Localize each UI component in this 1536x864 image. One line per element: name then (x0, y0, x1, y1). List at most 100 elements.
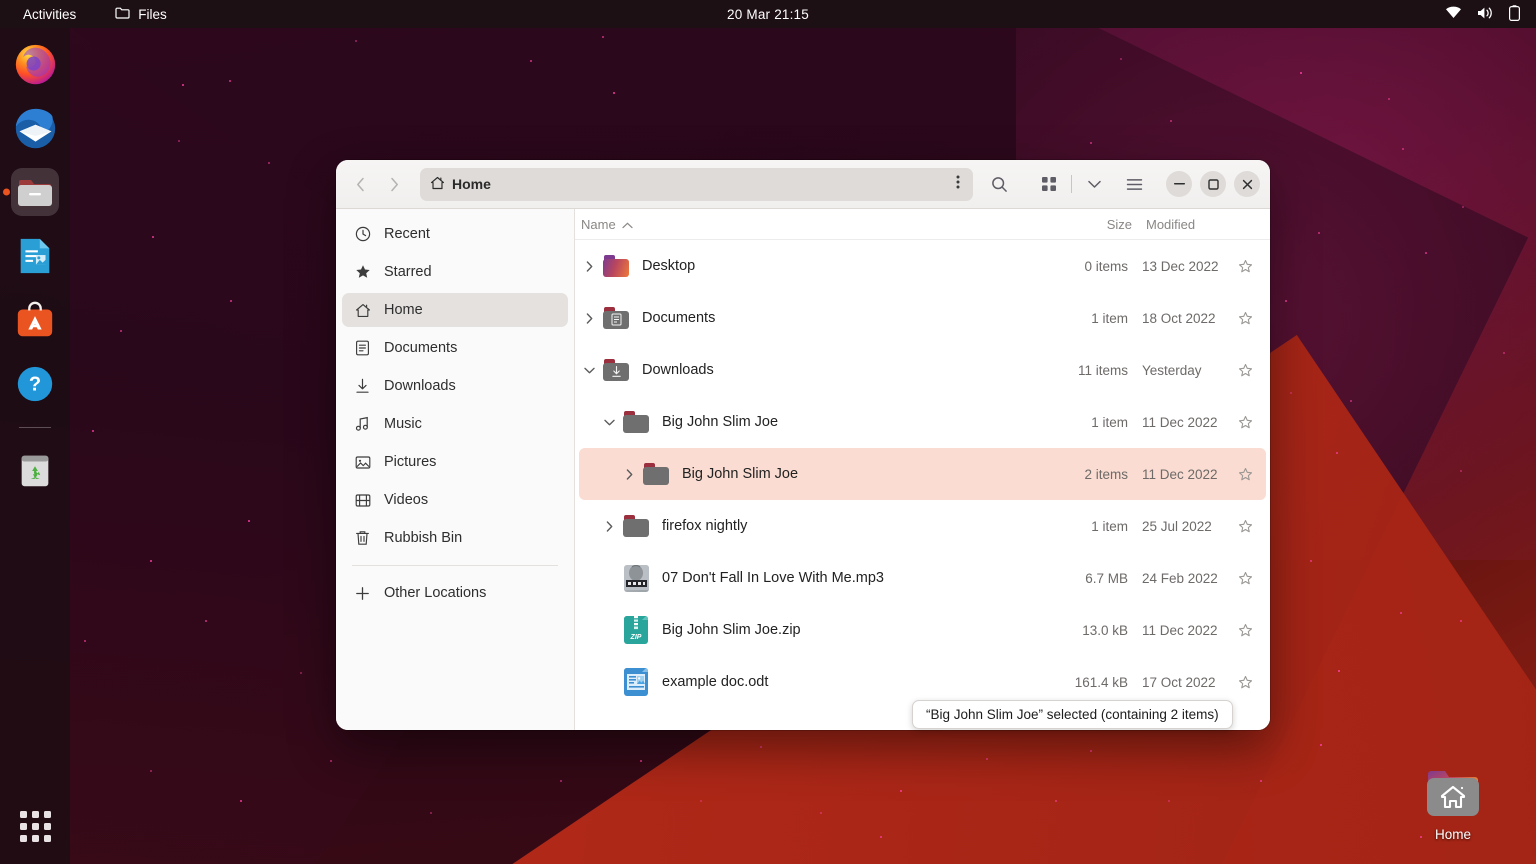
column-header-size[interactable]: Size (1054, 217, 1132, 232)
minimise-icon (1174, 183, 1185, 185)
dock-item-rubbish-bin[interactable] (11, 447, 59, 495)
sidebar-item-music[interactable]: Music (342, 407, 568, 441)
dock-item-files[interactable] (11, 168, 59, 216)
grid-dot (32, 823, 39, 830)
column-headers: Name Size Modified (575, 209, 1270, 240)
top-bar: Activities Files 20 Mar 21:15 (0, 0, 1536, 28)
activities-button[interactable]: Activities (14, 4, 85, 25)
table-row[interactable]: Big John Slim Joe2 items11 Dec 2022 (579, 448, 1266, 500)
sidebar-item-documents[interactable]: Documents (342, 331, 568, 365)
star-toggle-icon[interactable] (1224, 675, 1266, 690)
music-note-icon (354, 416, 371, 433)
wallpaper-star (430, 812, 432, 814)
column-header-name[interactable]: Name (581, 217, 1054, 232)
file-modified: 11 Dec 2022 (1128, 623, 1224, 638)
dock-item-ubuntu-software[interactable] (11, 296, 59, 344)
file-modified: 24 Feb 2022 (1128, 571, 1224, 586)
view-options-button[interactable] (1078, 168, 1110, 200)
star-toggle-icon[interactable] (1224, 519, 1266, 534)
dock-item-libreoffice[interactable] (11, 232, 59, 280)
sidebar-item-rubbish-bin[interactable]: Rubbish Bin (342, 521, 568, 555)
sidebar-item-label: Videos (384, 492, 428, 508)
volume-speaker-icon (1477, 6, 1494, 23)
desktop-icon-home[interactable]: Home (1398, 767, 1508, 842)
wallpaper-star (84, 640, 86, 642)
table-row[interactable]: Big John Slim Joe1 item11 Dec 2022 (579, 396, 1266, 448)
wallpaper-star (1260, 780, 1262, 782)
forward-button[interactable] (378, 168, 410, 200)
wallpaper-star (1388, 98, 1390, 100)
table-row[interactable]: firefox nightly1 item25 Jul 2022 (579, 500, 1266, 552)
clock[interactable]: 20 Mar 21:15 (727, 7, 809, 22)
folder-icon (619, 515, 653, 537)
star-toggle-icon[interactable] (1224, 259, 1266, 274)
file-size: 0 items (1050, 259, 1128, 274)
chevron-right-icon[interactable] (599, 521, 619, 532)
maximise-button[interactable] (1200, 171, 1226, 197)
chevron-down-icon[interactable] (599, 419, 619, 426)
chevron-right-icon[interactable] (619, 469, 639, 480)
table-row[interactable]: Downloads11 itemsYesterday (579, 344, 1266, 396)
dock-item-help[interactable]: ? (11, 360, 59, 408)
sidebar-item-other-locations[interactable]: Other Locations (342, 576, 568, 610)
chevron-right-icon[interactable] (579, 313, 599, 324)
app-menu-files[interactable]: Files (107, 3, 175, 25)
svg-text:?: ? (29, 374, 41, 396)
sidebar-item-starred[interactable]: Starred (342, 255, 568, 289)
wallpaper-star (1460, 470, 1462, 472)
wallpaper-star (1285, 300, 1287, 302)
star-toggle-icon[interactable] (1224, 467, 1266, 482)
ascending-chevron-icon (622, 217, 633, 232)
wallpaper-star (640, 760, 642, 762)
view-grid-button[interactable] (1033, 168, 1065, 200)
path-menu-button[interactable] (947, 174, 969, 195)
grid-dot (44, 811, 51, 818)
sidebar-item-pictures[interactable]: Pictures (342, 445, 568, 479)
breadcrumb-label: Home (452, 176, 491, 192)
table-row[interactable]: ZIPBig John Slim Joe.zip13.0 kB11 Dec 20… (579, 604, 1266, 656)
desktop-icon-label: Home (1435, 827, 1471, 842)
table-row[interactable]: Documents1 item18 Oct 2022 (579, 292, 1266, 344)
show-applications-button[interactable] (11, 802, 59, 850)
back-button[interactable] (344, 168, 376, 200)
table-row[interactable]: 07 Don't Fall In Love With Me.mp36.7 MB2… (579, 552, 1266, 604)
dock-item-firefox[interactable] (11, 40, 59, 88)
app-menu-label: Files (138, 7, 167, 22)
close-icon (1242, 179, 1253, 190)
star-toggle-icon[interactable] (1224, 571, 1266, 586)
wallpaper-star (1090, 142, 1092, 144)
file-name: Big John Slim Joe.zip (653, 622, 1050, 638)
main-menu-button[interactable] (1118, 168, 1150, 200)
minimise-button[interactable] (1166, 171, 1192, 197)
sidebar-item-videos[interactable]: Videos (342, 483, 568, 517)
close-button[interactable] (1234, 171, 1260, 197)
star-icon (354, 264, 371, 281)
file-modified: 11 Dec 2022 (1128, 467, 1224, 482)
search-button[interactable] (983, 168, 1015, 200)
sidebar-item-downloads[interactable]: Downloads (342, 369, 568, 403)
sidebar-item-home[interactable]: Home (342, 293, 568, 327)
column-header-modified[interactable]: Modified (1132, 217, 1228, 232)
table-row[interactable]: Desktop0 items13 Dec 2022 (579, 240, 1266, 292)
chevron-right-icon[interactable] (579, 261, 599, 272)
wallpaper-star (1310, 560, 1312, 562)
grid-dot (20, 811, 27, 818)
path-bar[interactable]: Home (420, 168, 973, 201)
star-toggle-icon[interactable] (1224, 623, 1266, 638)
wallpaper-star (1400, 612, 1402, 614)
sidebar-item-recent[interactable]: Recent (342, 217, 568, 251)
star-toggle-icon[interactable] (1224, 363, 1266, 378)
sidebar-item-label: Recent (384, 226, 430, 242)
wallpaper-star (248, 520, 250, 522)
star-toggle-icon[interactable] (1224, 311, 1266, 326)
chevron-down-icon[interactable] (579, 367, 599, 374)
file-size: 6.7 MB (1050, 571, 1128, 586)
wallpaper-star (880, 836, 882, 838)
folder-icon (115, 6, 130, 22)
file-size: 1 item (1050, 311, 1128, 326)
dock-item-thunderbird[interactable] (11, 104, 59, 152)
dock-separator (19, 427, 51, 428)
star-toggle-icon[interactable] (1224, 415, 1266, 430)
breadcrumb-home[interactable]: Home (430, 176, 491, 193)
system-tray[interactable] (1445, 5, 1520, 24)
